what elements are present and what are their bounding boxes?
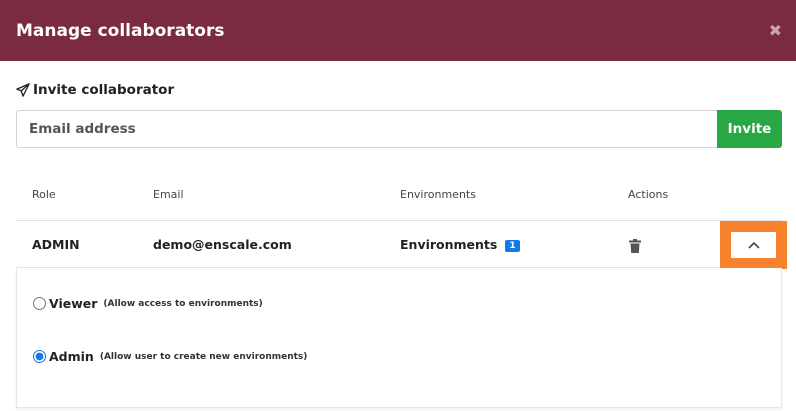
environments-label: Environments: [400, 237, 498, 252]
paper-plane-icon: [16, 83, 30, 97]
invite-button[interactable]: Invite: [717, 110, 782, 148]
expand-toggle-highlight: [720, 221, 787, 269]
viewer-hint: (Allow access to environments): [103, 298, 263, 309]
trash-icon[interactable]: [629, 239, 641, 253]
role-option-viewer[interactable]: Viewer (Allow access to environments): [33, 296, 263, 311]
email-input[interactable]: [16, 110, 717, 148]
modal-header: Manage collaborators ✖: [0, 0, 796, 61]
viewer-radio[interactable]: [33, 297, 46, 310]
column-header-email: Email: [153, 188, 184, 201]
admin-label: Admin: [49, 349, 94, 364]
header-divider: [16, 220, 782, 221]
admin-radio[interactable]: [33, 350, 46, 363]
table-row: ADMIN demo@enscale.com Environments 1: [0, 222, 796, 268]
invite-form: Invite: [16, 110, 782, 148]
column-header-environments: Environments: [400, 188, 476, 201]
modal-title: Manage collaborators: [16, 20, 225, 41]
environments-count-badge: 1: [505, 240, 520, 252]
chevron-up-icon: [747, 241, 760, 249]
column-header-actions: Actions: [628, 188, 669, 201]
invite-label-text: Invite collaborator: [33, 82, 175, 98]
viewer-label: Viewer: [49, 296, 98, 311]
permissions-panel: Viewer (Allow access to environments) Ad…: [16, 268, 782, 408]
collapse-row-button[interactable]: [731, 232, 776, 258]
column-header-role: Role: [32, 188, 56, 201]
admin-hint: (Allow user to create new environments): [99, 351, 308, 362]
close-icon[interactable]: ✖: [769, 21, 782, 40]
role-option-admin[interactable]: Admin (Allow user to create new environm…: [33, 349, 307, 364]
row-environments[interactable]: Environments 1: [400, 237, 520, 252]
row-email: demo@enscale.com: [153, 237, 292, 252]
row-role: ADMIN: [32, 237, 80, 252]
invite-collaborator-label: Invite collaborator: [16, 82, 174, 98]
